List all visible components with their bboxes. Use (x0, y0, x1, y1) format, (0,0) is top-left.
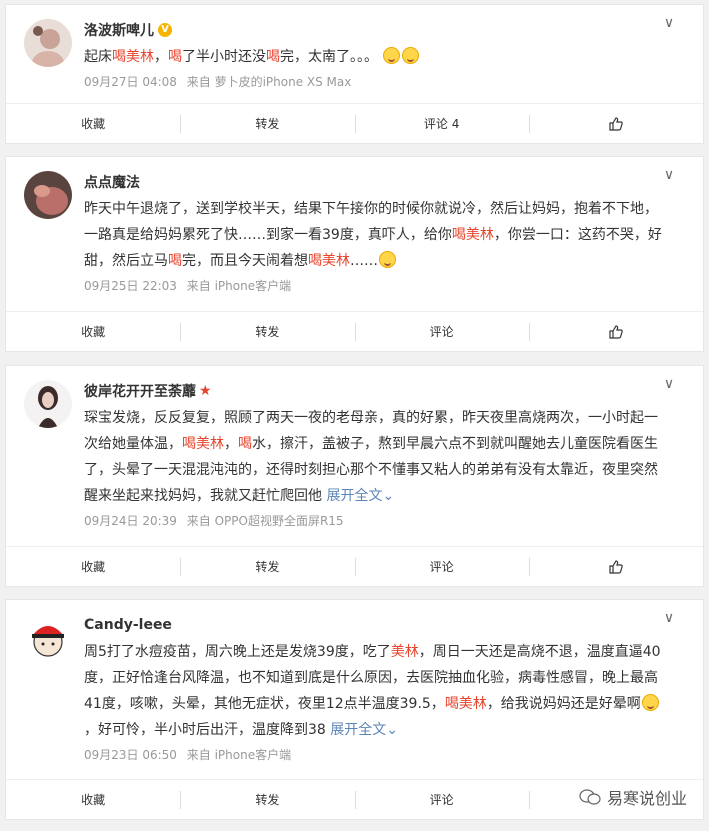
post-card: ∨ 洛波斯啤儿 V 起床喝美林，喝了半小时还没喝完，太南了。。。 09月27日 … (5, 4, 704, 144)
action-bar: 收藏 转发 评论 (6, 546, 703, 586)
thumbs-up-icon (609, 116, 623, 131)
text-segment: …… (350, 253, 378, 269)
post-text: 昨天中午退烧了，送到学校半天，结果下午接你的时候你就说冷，然后让妈妈，抱着不下地… (84, 196, 663, 274)
post-text: 琛宝发烧，反反复复，照顾了两天一夜的老母亲，真的好累，昨天夜里高烧两次，一小时起… (84, 405, 663, 509)
highlight-keyword[interactable]: 喝 (266, 49, 280, 65)
action-bar: 收藏 转发 评论 (6, 311, 703, 351)
repost-button[interactable]: 转发 (180, 547, 354, 586)
highlight-keyword[interactable]: 喝美林 (308, 253, 350, 269)
post-meta: 09月27日 04:08 来自 萝卜皮的iPhone XS Max (84, 73, 663, 93)
crying-emoji-icon (641, 694, 659, 711)
thumbs-up-icon (609, 324, 623, 339)
chevron-down-icon[interactable]: ∨ (661, 15, 677, 31)
post-source: 来自 iPhone客户端 (186, 748, 292, 762)
post-meta: 09月24日 20:39 来自 OPPO超视野全面屏R15 (84, 512, 663, 532)
highlight-keyword[interactable]: 喝美林 (445, 696, 487, 712)
member-star-icon: ★ (199, 383, 212, 399)
chevron-down-icon[interactable]: ⌄ (386, 722, 398, 738)
post-meta: 09月25日 22:03 来自 iPhone客户端 (84, 277, 663, 297)
text-segment: 完，而且今天闹着想 (182, 253, 308, 269)
highlight-keyword[interactable]: 喝美林 (112, 49, 154, 65)
laugh-emoji-icon (379, 251, 396, 268)
post-source: 来自 OPPO超视野全面屏R15 (186, 514, 344, 528)
wechat-icon (579, 789, 601, 805)
comment-button[interactable]: 评论 (354, 312, 529, 351)
user-name[interactable]: Candy-leee (84, 617, 172, 633)
highlight-keyword[interactable]: 喝 (238, 436, 252, 452)
highlight-keyword[interactable]: 喝 (168, 49, 182, 65)
post-meta: 09月23日 06:50 来自 iPhone客户端 (84, 746, 663, 766)
collect-button[interactable]: 收藏 (6, 780, 180, 819)
highlight-keyword[interactable]: 喝美林 (182, 436, 224, 452)
laugh-cry-emoji-icon (383, 47, 401, 64)
like-button[interactable] (528, 312, 703, 351)
like-button[interactable] (528, 104, 703, 143)
watermark: 易寒说创业 (579, 785, 687, 809)
text-segment: ，给我说妈妈还是好晕啊 (486, 696, 641, 712)
text-segment: 起床 (84, 49, 112, 65)
comment-button[interactable]: 评论 4 (354, 104, 529, 143)
repost-button[interactable]: 转发 (180, 312, 354, 351)
user-name[interactable]: 彼岸花开开至荼蘼 (84, 381, 196, 401)
user-name[interactable]: 点点魔法 (84, 172, 140, 192)
highlight-keyword[interactable]: 美林 (391, 644, 419, 660)
user-name[interactable]: 洛波斯啤儿 (84, 20, 154, 40)
post-time[interactable]: 09月27日 04:08 (84, 75, 177, 89)
action-bar: 收藏 转发 评论 4 (6, 103, 703, 143)
text-segment: ， (224, 436, 238, 452)
post-time[interactable]: 09月24日 20:39 (84, 514, 177, 528)
expand-full-text-link[interactable]: 展开全文 (330, 722, 386, 738)
comment-button[interactable]: 评论 (354, 547, 529, 586)
chevron-down-icon[interactable]: ∨ (661, 376, 677, 392)
post-source: 来自 iPhone客户端 (186, 279, 292, 293)
verified-badge-icon: V (158, 23, 172, 37)
post-text: 起床喝美林，喝了半小时还没喝完，太南了。。。 (84, 44, 663, 70)
repost-button[interactable]: 转发 (180, 104, 354, 143)
repost-button[interactable]: 转发 (180, 780, 354, 819)
text-segment: ， (154, 49, 168, 65)
avatar[interactable] (24, 171, 72, 219)
avatar[interactable] (24, 614, 72, 662)
post-card: ∨ 点点魔法 昨天中午退烧了，送到学校半天，结果下午接你的时候你就说冷，然后让妈… (5, 156, 704, 352)
avatar[interactable] (24, 19, 72, 67)
collect-button[interactable]: 收藏 (6, 547, 180, 586)
text-segment: ，好可怜，半小时后出汗，温度降到38 (84, 722, 331, 738)
expand-full-text-link[interactable]: 展开全文 (326, 488, 382, 504)
laugh-cry-emoji-icon (402, 47, 420, 64)
text-segment: 完，太南了。。。 (280, 49, 378, 65)
watermark-text: 易寒说创业 (606, 789, 687, 808)
text-segment: 周5打了水痘疫苗，周六晚上还是发烧39度，吃了 (84, 644, 391, 660)
thumbs-up-icon (609, 559, 623, 574)
chevron-down-icon[interactable]: ∨ (661, 610, 677, 626)
text-segment: 了半小时还没 (182, 49, 266, 65)
post-text: 周5打了水痘疫苗，周六晚上还是发烧39度，吃了美林，周日一天还是高烧不退，温度直… (84, 639, 663, 743)
highlight-keyword[interactable]: 喝美林 (452, 227, 494, 243)
chevron-down-icon[interactable]: ⌄ (382, 488, 394, 504)
collect-button[interactable]: 收藏 (6, 104, 180, 143)
post-time[interactable]: 09月23日 06:50 (84, 748, 177, 762)
collect-button[interactable]: 收藏 (6, 312, 180, 351)
comment-button[interactable]: 评论 (354, 780, 529, 819)
avatar[interactable] (24, 380, 72, 428)
post-card: ∨ 彼岸花开开至荼蘼 ★ 琛宝发烧，反反复复，照顾了两天一夜的老母亲，真的好累，… (5, 365, 704, 587)
highlight-keyword[interactable]: 喝 (168, 253, 182, 269)
post-time[interactable]: 09月25日 22:03 (84, 279, 177, 293)
chevron-down-icon[interactable]: ∨ (661, 167, 677, 183)
post-source: 来自 萝卜皮的iPhone XS Max (186, 75, 352, 89)
like-button[interactable] (528, 547, 703, 586)
